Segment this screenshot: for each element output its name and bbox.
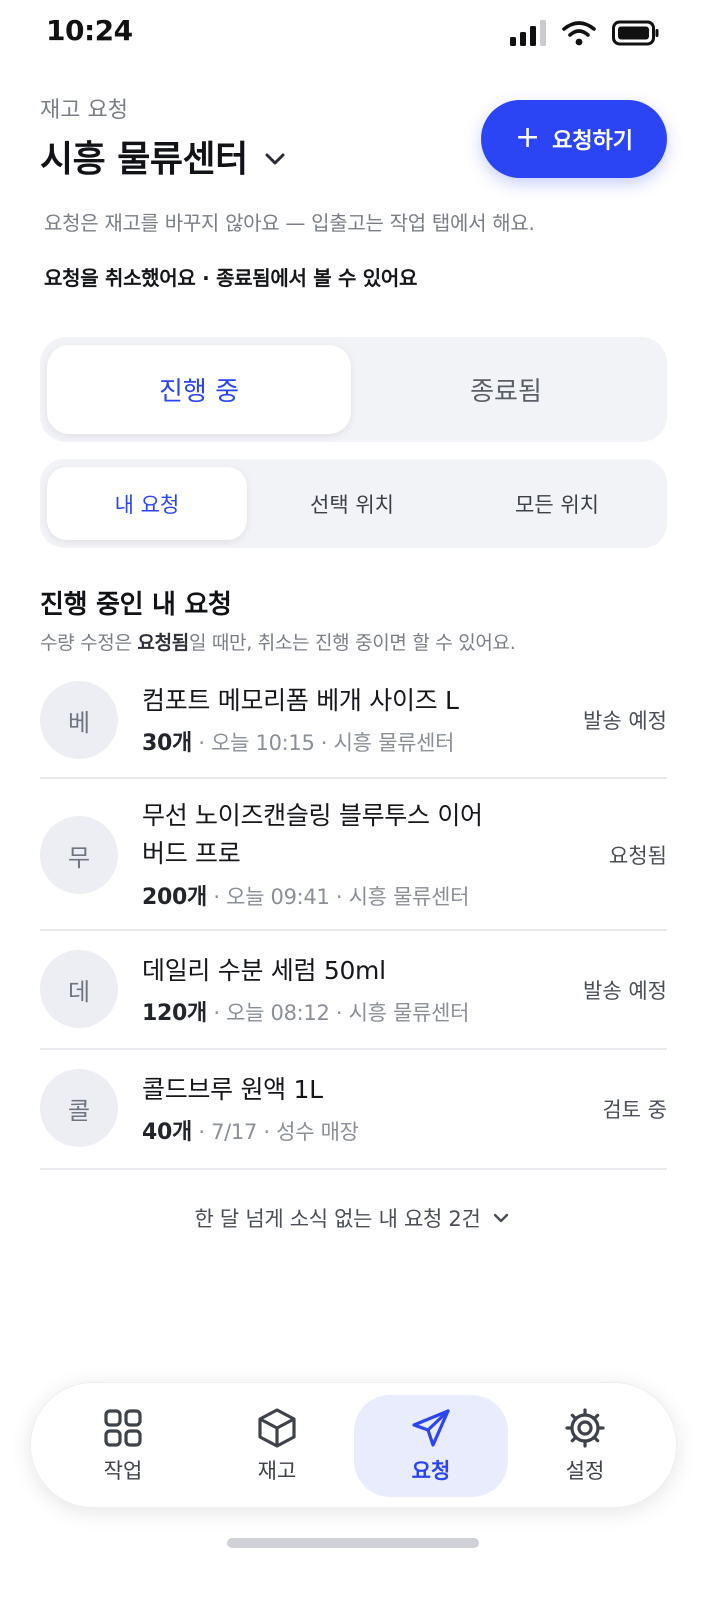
status-time: 10:24 (46, 14, 133, 47)
cancel-notice: 요청을 취소했어요 · 종료됨에서 볼 수 있어요 (44, 266, 418, 290)
section-description: 수량 수정은 요청됨일 때만, 취소는 진행 중이면 할 수 있어요. (40, 628, 516, 655)
request-details: · 7/17 · 성수 매장 (191, 1120, 359, 1144)
request-name: 콜드브루 원액 1L (142, 1075, 323, 1104)
tab-all-locations[interactable]: 모든 위치 (457, 467, 657, 540)
chevron-down-icon (494, 1213, 509, 1223)
status-icons (510, 18, 660, 48)
status-badge: 발송 예정 (583, 979, 667, 1003)
request-meta: 40개 · 7/17 · 성수 매장 (142, 1114, 359, 1146)
bottom-navigation: 작업 재고 요청 설정 (30, 1382, 677, 1508)
request-quantity: 120개 (142, 1001, 207, 1026)
tab-selected-location[interactable]: 선택 위치 (252, 467, 452, 540)
section-title: 진행 중인 내 요청 (40, 590, 232, 620)
tab-in-progress[interactable]: 진행 중 (47, 345, 351, 434)
avatar: 무 (40, 816, 118, 894)
nav-item-work[interactable]: 작업 (46, 1395, 200, 1497)
request-quantity: 30개 (142, 731, 192, 756)
section-desc-bold: 요청됨 (137, 632, 189, 654)
request-name: 데일리 수분 세럼 50ml (142, 956, 386, 985)
request-list: 베 컴포트 메모리폼 베개 사이즈 L 30개 · 오늘 10:15 · 시흥 … (40, 662, 667, 1170)
section-desc-suffix: 일 때만, 취소는 진행 중이면 할 수 있어요. (188, 632, 516, 654)
request-quantity: 200개 (142, 885, 207, 910)
status-badge: 요청됨 (609, 844, 667, 868)
nav-label: 요청 (411, 1459, 451, 1483)
page-title: 시흥 물류센터 (40, 139, 248, 180)
avatar: 콜 (40, 1069, 118, 1147)
avatar: 베 (40, 681, 118, 759)
request-details: · 오늘 08:12 · 시흥 물류센터 (206, 1001, 470, 1025)
request-name: 컴포트 메모리폼 베개 사이즈 L (142, 686, 459, 715)
status-badge: 검토 중 (602, 1098, 667, 1122)
request-details: · 오늘 09:41 · 시흥 물류센터 (206, 885, 470, 909)
new-request-button[interactable]: + 요청하기 (481, 100, 667, 178)
chevron-down-icon (265, 153, 285, 165)
nav-item-settings[interactable]: 설정 (508, 1395, 662, 1497)
request-meta: 120개 · 오늘 08:12 · 시흥 물류센터 (142, 995, 469, 1027)
list-item[interactable]: 베 컴포트 메모리폼 베개 사이즈 L 30개 · 오늘 10:15 · 시흥 … (40, 662, 667, 779)
list-item[interactable]: 무 무선 노이즈캔슬링 블루투스 이어버드 프로 200개 · 오늘 09:41… (40, 779, 667, 931)
send-icon (412, 1409, 450, 1447)
tab-my-requests[interactable]: 내 요청 (47, 467, 247, 540)
request-name: 무선 노이즈캔슬링 블루투스 이어버드 프로 (142, 801, 483, 868)
request-meta: 200개 · 오늘 09:41 · 시흥 물류센터 (142, 879, 469, 911)
new-request-label: 요청하기 (552, 129, 634, 154)
status-segmented-control: 진행 중 종료됨 (40, 337, 667, 442)
scope-segmented-control: 내 요청 선택 위치 모든 위치 (40, 459, 667, 548)
stale-requests-label: 한 달 넘게 소식 없는 내 요청 2건 (194, 1207, 481, 1231)
home-indicator[interactable] (227, 1538, 479, 1548)
tab-closed[interactable]: 종료됨 (354, 345, 658, 434)
status-badge: 발송 예정 (583, 709, 667, 733)
request-meta: 30개 · 오늘 10:15 · 시흥 물류센터 (142, 725, 454, 757)
cellular-signal-icon (510, 20, 546, 46)
request-details: · 오늘 10:15 · 시흥 물류센터 (191, 731, 455, 755)
grid-icon (104, 1409, 142, 1447)
status-bar: 10:24 (0, 0, 720, 66)
request-quantity: 40개 (142, 1120, 192, 1145)
location-selector[interactable]: 시흥 물류센터 (40, 130, 290, 182)
page-eyebrow: 재고 요청 (40, 98, 128, 123)
list-item[interactable]: 콜 콜드브루 원액 1L 40개 · 7/17 · 성수 매장 검토 중 (40, 1050, 667, 1170)
nav-label: 재고 (257, 1459, 297, 1483)
avatar: 데 (40, 950, 118, 1028)
section-desc-prefix: 수량 수정은 (40, 632, 138, 654)
nav-label: 설정 (565, 1459, 605, 1483)
battery-icon (612, 20, 659, 46)
wifi-icon (562, 21, 596, 46)
info-text: 요청은 재고를 바꾸지 않아요 — 입출고는 작업 탭에서 해요. (44, 211, 535, 235)
list-item[interactable]: 데 데일리 수분 세럼 50ml 120개 · 오늘 08:12 · 시흥 물류… (40, 931, 667, 1050)
gear-icon (565, 1408, 605, 1448)
nav-item-requests[interactable]: 요청 (354, 1395, 508, 1497)
plus-icon: + (514, 119, 541, 155)
nav-label: 작업 (103, 1459, 143, 1483)
stale-requests-toggle[interactable]: 한 달 넘게 소식 없는 내 요청 2건 (40, 1200, 667, 1236)
nav-item-inventory[interactable]: 재고 (200, 1395, 354, 1497)
box-icon (258, 1408, 296, 1448)
